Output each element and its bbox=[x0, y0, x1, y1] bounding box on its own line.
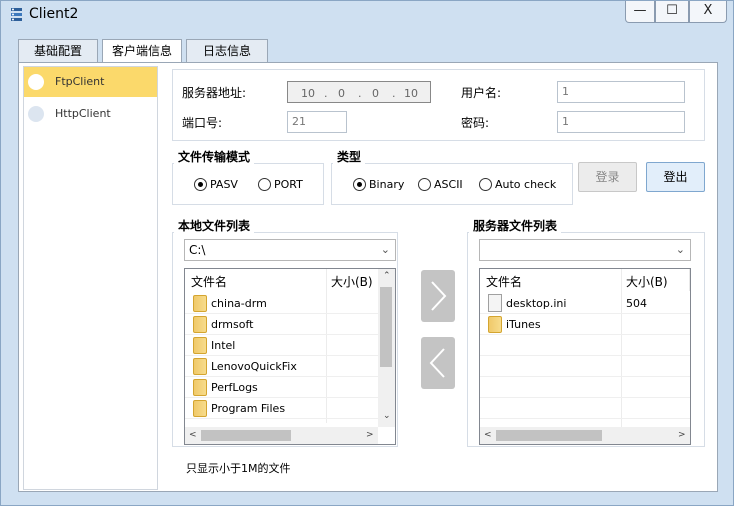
list-item[interactable]: desktop.ini 504 bbox=[480, 293, 690, 314]
client-type-list: FtpClient HttpClient bbox=[23, 66, 158, 490]
password-label: 密码: bbox=[461, 116, 490, 130]
circle-icon bbox=[28, 74, 44, 90]
server-col-name-header[interactable]: 文件名 bbox=[480, 269, 622, 291]
upload-button[interactable] bbox=[421, 270, 455, 322]
folder-icon bbox=[488, 316, 502, 333]
title-bar[interactable]: Client2 — ☐ X bbox=[1, 1, 733, 29]
scroll-up-icon[interactable]: ⌃ bbox=[383, 271, 391, 281]
port-mode-label: PORT bbox=[274, 178, 303, 191]
tab-client-info[interactable]: 客户端信息 bbox=[102, 39, 182, 64]
app-icon bbox=[11, 8, 22, 21]
minimize-button[interactable]: — bbox=[625, 1, 655, 23]
chevron-right-icon bbox=[431, 281, 447, 311]
list-item[interactable]: iTunes bbox=[480, 314, 690, 335]
minimize-icon: — bbox=[633, 3, 647, 18]
local-file-list[interactable]: 文件名 大小(B) china-drm drmsoft Intel Lenovo… bbox=[184, 268, 396, 445]
download-button[interactable] bbox=[421, 337, 455, 389]
sidebar-item-label: HttpClient bbox=[55, 107, 111, 120]
server-file-panel: ⌄ 文件名 大小(B) desktop.ini 504 iTunes < > bbox=[467, 232, 705, 447]
type-group-title: 类型 bbox=[333, 148, 366, 165]
username-input[interactable]: 1 bbox=[557, 81, 685, 103]
server-config-box: 服务器地址: 10 . 0 . 0 . 10 用户名: 1 端口号: 21 密码… bbox=[172, 69, 705, 141]
pasv-radio[interactable] bbox=[194, 178, 207, 191]
local-col-size-header[interactable]: 大小(B) bbox=[327, 269, 379, 291]
client-info-panel: FtpClient HttpClient 服务器地址: 10 . 0 . 0 .… bbox=[18, 62, 718, 492]
local-path-value: C:\ bbox=[189, 243, 206, 257]
server-col-size-header[interactable]: 大小(B) bbox=[622, 269, 690, 291]
local-col-name-header[interactable]: 文件名 bbox=[185, 269, 327, 291]
chevron-down-icon: ⌄ bbox=[380, 243, 390, 256]
sidebar-item-httpclient[interactable]: HttpClient bbox=[24, 99, 157, 129]
list-item[interactable]: drmsoft bbox=[185, 314, 379, 335]
size-limit-note: 只显示小于1M的文件 bbox=[186, 462, 291, 475]
username-label: 用户名: bbox=[461, 86, 502, 100]
file-icon bbox=[488, 294, 502, 312]
list-item[interactable]: LenovoQuickFix bbox=[185, 356, 379, 377]
binary-label: Binary bbox=[369, 178, 405, 191]
server-path-select[interactable]: ⌄ bbox=[479, 239, 691, 261]
sidebar-item-label: FtpClient bbox=[55, 75, 105, 88]
transfer-mode-group: PASV PORT bbox=[172, 163, 324, 205]
scroll-down-icon[interactable]: ⌄ bbox=[383, 411, 391, 421]
maximize-button[interactable]: ☐ bbox=[655, 1, 689, 23]
local-file-panel: C:\ ⌄ 文件名 大小(B) china-drm drmsoft Intel … bbox=[172, 232, 398, 447]
folder-icon bbox=[193, 316, 207, 333]
ftp-client-content: 服务器地址: 10 . 0 . 0 . 10 用户名: 1 端口号: 21 密码… bbox=[164, 63, 719, 493]
server-address-label: 服务器地址: bbox=[182, 86, 247, 100]
list-item[interactable]: PerfLogs bbox=[185, 377, 379, 398]
window-title: Client2 bbox=[29, 6, 79, 22]
ip-octet-3: 0 bbox=[372, 87, 379, 100]
binary-radio[interactable] bbox=[353, 178, 366, 191]
local-path-select[interactable]: C:\ ⌄ bbox=[184, 239, 396, 261]
chevron-down-icon: ⌄ bbox=[675, 243, 685, 256]
logout-button[interactable]: 登出 bbox=[646, 162, 705, 192]
tab-basic-config[interactable]: 基础配置 bbox=[18, 39, 98, 63]
close-button[interactable]: X bbox=[689, 1, 727, 23]
sidebar-item-ftpclient[interactable]: FtpClient bbox=[24, 67, 157, 97]
port-input[interactable]: 21 bbox=[287, 111, 347, 133]
server-horizontal-scrollbar[interactable]: < > bbox=[480, 427, 690, 444]
auto-check-label: Auto check bbox=[495, 178, 557, 191]
server-horizontal-scroll-thumb[interactable] bbox=[496, 430, 602, 441]
ip-octet-4: 10 bbox=[404, 87, 418, 100]
scroll-right-icon[interactable]: > bbox=[678, 430, 686, 440]
login-button[interactable]: 登录 bbox=[578, 162, 637, 192]
local-vertical-scrollbar[interactable]: ⌃ ⌄ bbox=[378, 269, 395, 427]
list-item[interactable]: china-drm bbox=[185, 293, 379, 314]
ip-octet-1: 10 bbox=[301, 87, 315, 100]
maximize-icon: ☐ bbox=[666, 3, 678, 18]
password-input[interactable]: 1 bbox=[557, 111, 685, 133]
transfer-mode-title: 文件传输模式 bbox=[174, 148, 255, 165]
folder-icon bbox=[193, 400, 207, 417]
server-file-list[interactable]: 文件名 大小(B) desktop.ini 504 iTunes < > bbox=[479, 268, 691, 445]
pasv-label: PASV bbox=[210, 178, 238, 191]
port-radio[interactable] bbox=[258, 178, 271, 191]
scroll-left-icon[interactable]: < bbox=[484, 430, 492, 440]
folder-icon bbox=[193, 379, 207, 396]
server-file-list-title: 服务器文件列表 bbox=[469, 217, 562, 234]
folder-icon bbox=[193, 337, 207, 354]
chevron-left-icon bbox=[429, 348, 445, 378]
tab-log-info[interactable]: 日志信息 bbox=[186, 39, 268, 63]
server-ip-input[interactable]: 10 . 0 . 0 . 10 bbox=[287, 81, 431, 103]
ip-octet-2: 0 bbox=[338, 87, 345, 100]
list-item[interactable]: Program Files bbox=[185, 398, 379, 419]
type-group: Binary ASCII Auto check bbox=[331, 163, 573, 205]
circle-icon bbox=[28, 106, 44, 122]
auto-check-radio[interactable] bbox=[479, 178, 492, 191]
list-item[interactable]: Intel bbox=[185, 335, 379, 356]
scroll-right-icon[interactable]: > bbox=[366, 430, 374, 440]
port-label: 端口号: bbox=[182, 116, 223, 130]
ascii-label: ASCII bbox=[434, 178, 463, 191]
local-vertical-scroll-thumb[interactable] bbox=[380, 287, 392, 367]
folder-icon bbox=[193, 358, 207, 375]
folder-icon bbox=[193, 295, 207, 312]
local-file-list-title: 本地文件列表 bbox=[174, 217, 255, 234]
close-icon: X bbox=[703, 3, 713, 18]
local-horizontal-scrollbar[interactable]: < > bbox=[185, 427, 378, 444]
ascii-radio[interactable] bbox=[418, 178, 431, 191]
app-window: Client2 — ☐ X 基础配置 客户端信息 日志信息 FtpClient … bbox=[0, 0, 734, 506]
scroll-left-icon[interactable]: < bbox=[189, 430, 197, 440]
local-horizontal-scroll-thumb[interactable] bbox=[201, 430, 291, 441]
